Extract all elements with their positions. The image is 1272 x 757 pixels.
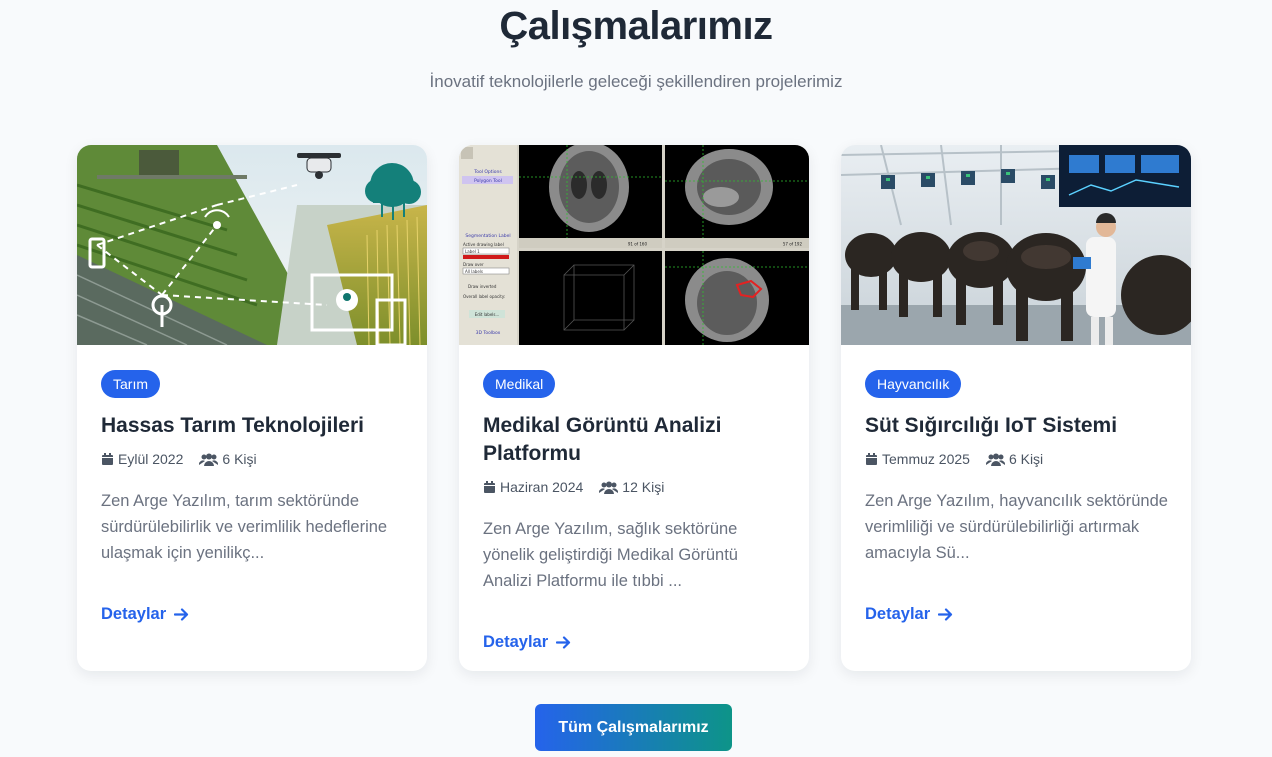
project-date: Haziran 2024 [500,479,584,495]
slice-counter-a: 91 of 160 [628,242,648,247]
section-subtitle: İnovatif teknolojilerle geleceği şekille… [429,72,843,91]
project-title: Medikal Görüntü Analizi Platformu [483,414,722,465]
all-labels-text: All labels [465,269,483,274]
project-card-livestock[interactable]: Hayvancılık Süt Sığırcılığı IoT Sistemi … [841,145,1191,671]
details-link-label: Detaylar [101,604,167,623]
arrow-right-icon [174,607,189,621]
project-card-agriculture[interactable]: Tarım Hassas Tarım Teknolojileri Eylül 2… [77,145,427,671]
category-badge: Medikal [483,370,556,398]
project-title: Hassas Tarım Teknolojileri [101,414,364,437]
edit-labels-text: Edit labels... [475,312,500,317]
project-meta: Haziran 2024 12 Kişi [483,478,787,496]
polygon-tool-label: Polygon Tool [474,178,502,184]
draw-over-text: Draw over [463,262,484,267]
users-icon [199,453,219,466]
project-date: Temmuz 2025 [882,451,970,467]
toolbox-text: 3D Toolbox [476,330,501,336]
category-badge: Hayvancılık [865,370,962,398]
arrow-right-icon [556,635,571,649]
all-projects-button[interactable]: Tüm Çalışmalarımız [535,704,732,751]
project-title: Süt Sığırcılığı IoT Sistemi [865,414,1118,437]
segmentation-label: Segmentation Label [465,233,510,239]
project-meta: Temmuz 2025 6 Kişi [865,450,1169,468]
project-team-size: 6 Kişi [1008,451,1044,467]
project-date: Eylül 2022 [118,451,184,467]
category-badge: Tarım [101,370,160,398]
calendar-icon [866,452,877,465]
opacity-text: Overall label opacity: [463,294,505,299]
section-title: Çalışmalarımız [499,4,773,48]
arrow-right-icon [938,607,953,621]
agriculture-image [77,145,427,345]
project-description: Zen Arge Yazılım, hayvancılık sektöründe… [865,492,1168,562]
details-link[interactable]: Detaylar [483,633,571,652]
calendar-icon [102,452,113,465]
active-label-text: Active drawing label [463,242,504,247]
draw-inverted-text: Draw inverted [468,284,497,289]
project-description: Zen Arge Yazılım, sağlık sektörüne yönel… [483,520,738,590]
livestock-image [841,145,1191,345]
details-link-label: Detaylar [865,604,931,623]
project-team-size: 6 Kişi [222,451,257,467]
calendar-icon [484,480,495,493]
slice-counter-b: 57 of 192 [783,242,803,247]
tool-options-label: Tool Options [473,169,502,175]
users-icon [985,453,1005,466]
details-link[interactable]: Detaylar [101,605,189,624]
project-meta: Eylül 2022 6 Kişi [101,450,405,468]
project-card-medical[interactable]: Tool Options Polygon Tool Segmentation L… [459,145,809,671]
project-team-size: 12 Kişi [622,479,665,495]
details-link[interactable]: Detaylar [865,605,953,624]
users-icon [599,481,619,494]
label-value: Label 1 [465,249,480,254]
medical-image: Tool Options Polygon Tool Segmentation L… [459,145,809,345]
project-description: Zen Arge Yazılım, tarım sektöründe sürdü… [101,492,388,562]
details-link-label: Detaylar [483,632,549,651]
